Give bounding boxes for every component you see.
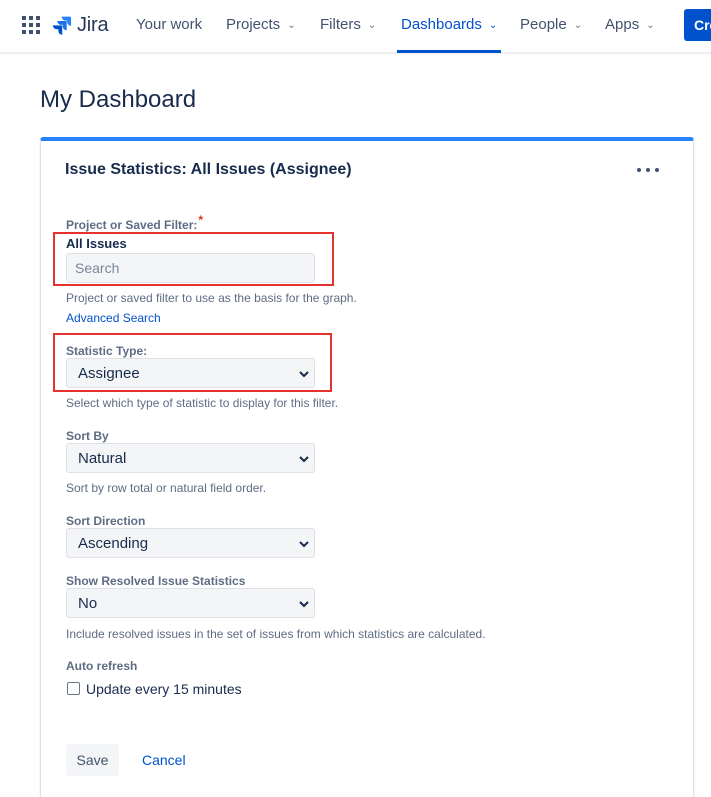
sort-by-value: Natural — [78, 450, 127, 467]
chevron-down-icon — [299, 456, 309, 463]
filter-label: Project or Saved Filter:* — [66, 213, 203, 232]
nav-filters[interactable]: Filters ⌄ — [320, 0, 376, 53]
gadget-title: Issue Statistics: All Issues (Assignee) — [65, 161, 352, 178]
filter-label-text: Project or Saved Filter: — [66, 218, 198, 232]
nav-label: Apps — [605, 16, 640, 33]
sort-direction-select[interactable]: Ascending — [66, 528, 315, 558]
logo-text: Jira — [77, 13, 109, 36]
chevron-down-icon: ⌄ — [573, 20, 583, 31]
nav-projects[interactable]: Projects ⌄ — [226, 0, 296, 53]
show-resolved-select[interactable]: No — [66, 588, 315, 618]
nav-apps[interactable]: Apps ⌄ — [605, 0, 655, 53]
nav-label: Filters — [320, 16, 361, 33]
show-resolved-value: No — [78, 595, 98, 612]
nav-label: Projects — [226, 16, 281, 33]
advanced-search-link[interactable]: Advanced Search — [66, 311, 161, 325]
chevron-down-icon — [299, 371, 309, 378]
statistic-type-select[interactable]: Assignee — [66, 358, 315, 388]
page-title: My Dashboard — [40, 86, 197, 113]
show-resolved-label: Show Resolved Issue Statistics — [66, 574, 246, 588]
nav-your-work[interactable]: Your work — [136, 0, 202, 53]
required-mark: * — [198, 213, 204, 227]
sort-by-help: Sort by row total or natural field order… — [66, 481, 267, 495]
nav-people[interactable]: People ⌄ — [520, 0, 582, 53]
auto-refresh-checkbox[interactable] — [67, 682, 80, 695]
cancel-button[interactable]: Cancel — [142, 744, 186, 776]
nav-label: People — [520, 16, 567, 33]
jira-logo[interactable]: Jira — [52, 13, 109, 37]
statistic-type-help: Select which type of statistic to displa… — [66, 396, 339, 410]
issue-statistics-gadget: Issue Statistics: All Issues (Assignee) … — [40, 137, 694, 797]
chevron-down-icon: ⌄ — [367, 20, 377, 31]
chevron-down-icon: ⌄ — [488, 20, 498, 31]
nav-label: Dashboards — [401, 16, 482, 33]
sort-by-label: Sort By — [66, 429, 109, 443]
sort-by-select[interactable]: Natural — [66, 443, 315, 473]
chevron-down-icon: ⌄ — [287, 20, 296, 31]
sort-direction-label: Sort Direction — [66, 514, 146, 528]
auto-refresh-label: Auto refresh — [66, 659, 138, 673]
create-button[interactable]: Create — [684, 9, 711, 41]
more-horizontal-icon[interactable] — [637, 161, 659, 179]
selected-filter: All Issues — [66, 236, 127, 251]
auto-refresh-checkbox-label[interactable]: Update every 15 minutes — [86, 681, 242, 697]
statistic-type-label: Statistic Type: — [66, 344, 148, 358]
app-grid-icon[interactable] — [22, 16, 40, 34]
filter-search-input[interactable] — [66, 253, 315, 283]
save-button[interactable]: Save — [66, 744, 119, 776]
chevron-down-icon — [299, 541, 309, 548]
sort-direction-value: Ascending — [78, 535, 149, 552]
statistic-type-value: Assignee — [78, 365, 140, 382]
show-resolved-help: Include resolved issues in the set of is… — [66, 627, 486, 641]
nav-dashboards[interactable]: Dashboards ⌄ — [396, 0, 502, 53]
top-navigation: Jira Your work Projects ⌄ Filters ⌄ Dashbo… — [0, 0, 711, 53]
filter-help-text: Project or saved filter to use as the ba… — [66, 291, 357, 305]
nav-label: Your work — [136, 16, 203, 33]
jira-logo-icon — [52, 16, 71, 35]
chevron-down-icon: ⌄ — [646, 20, 655, 31]
chevron-down-icon — [299, 601, 309, 608]
